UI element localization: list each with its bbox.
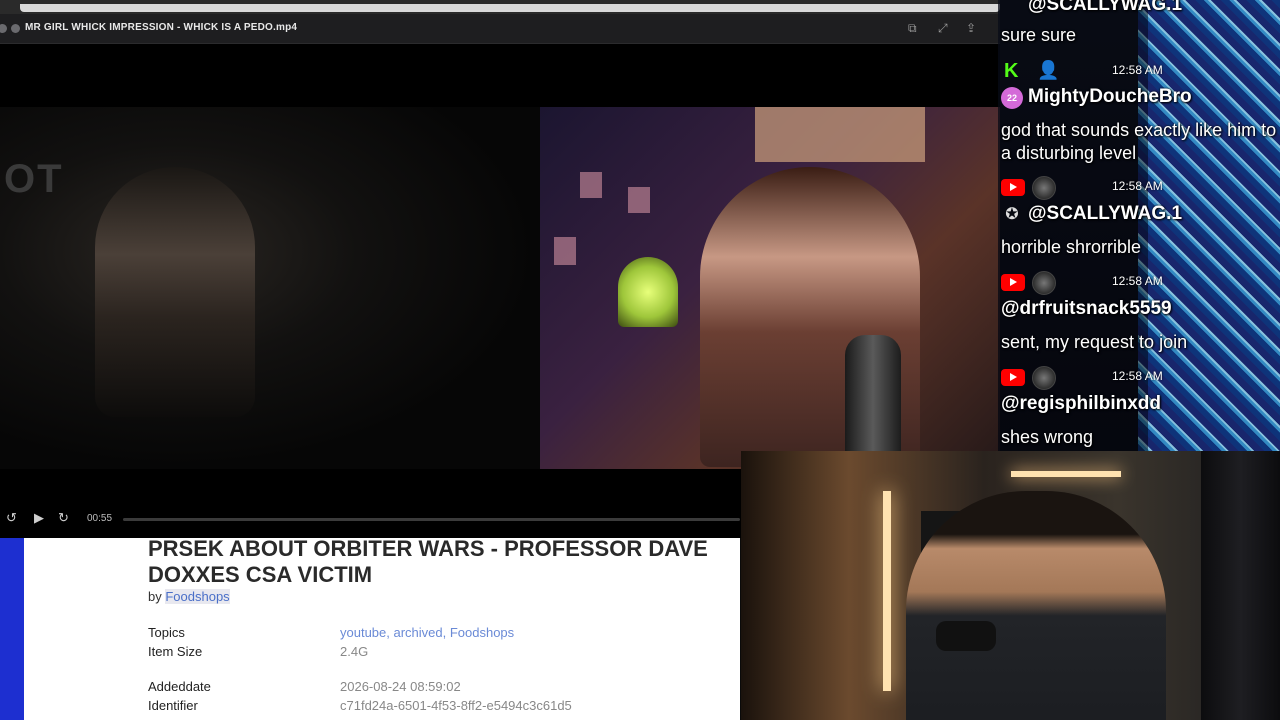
wall-painting (755, 107, 925, 162)
rewind-icon[interactable]: ↺ (6, 510, 17, 526)
member-badge-icon: ✪ (1005, 206, 1019, 223)
window-close-button[interactable] (0, 24, 7, 33)
chat-time: 12:58 AM (1112, 369, 1163, 383)
chat-message-text: sent, my request to join (1001, 332, 1188, 352)
meta-value: c71fd24a-6501-4f53-8ff2-e5494c3c61d5 (340, 698, 572, 713)
chat-username: @SCALLYWAG.1 (1028, 0, 1183, 15)
wall-poster (554, 237, 576, 265)
youtube-icon (1001, 274, 1025, 291)
chat-time: 12:58 AM (1112, 274, 1163, 288)
window-minimize-button[interactable] (11, 24, 20, 33)
microphone (845, 335, 901, 465)
chat-username: MightyDoucheBro (1028, 86, 1192, 107)
playback-controls: ↺ ▶ ↻ 00:55 (0, 504, 740, 534)
background-curtain (1201, 451, 1280, 720)
byline-prefix: by (148, 589, 162, 604)
chat-username: @SCALLYWAG.1 (1028, 203, 1183, 224)
microphone (936, 621, 996, 651)
chat-message-text: shes wrong (1001, 427, 1094, 447)
video-title-bar: MR GIRL WHICK IMPRESSION - WHICK IS A PE… (0, 14, 1000, 44)
meta-key: Addeddate (148, 679, 211, 694)
desktop-background (0, 538, 24, 720)
video-filename: MR GIRL WHICK IMPRESSION - WHICK IS A PE… (25, 22, 298, 33)
kick-icon: K (1004, 60, 1019, 82)
youtube-icon (1001, 179, 1025, 196)
chat-time: 12:58 AM (1112, 63, 1163, 77)
youtube-icon (1001, 369, 1025, 386)
meta-key: Topics (148, 625, 185, 640)
expand-icon[interactable]: ⤢ (938, 21, 948, 36)
green-lamp (618, 257, 678, 327)
author-link[interactable]: Foodshops (165, 589, 230, 604)
avatar (1032, 176, 1056, 200)
seek-bar[interactable] (123, 518, 740, 521)
male-speaker-image (95, 167, 255, 417)
led-light-bar (1011, 471, 1121, 477)
share-icon[interactable]: ⇪ (966, 21, 976, 35)
meta-value: 2.4G (340, 644, 369, 659)
chat-message-text: horrible shrorrible (1001, 237, 1142, 257)
browser-address-bar (20, 4, 1000, 12)
forward-icon[interactable]: ↻ (58, 510, 69, 526)
pip-icon[interactable]: ⧉ (908, 21, 917, 36)
current-time: 00:55 (87, 513, 113, 524)
chat-username: @regisphilbinxdd (1001, 393, 1161, 414)
chat-overlay: @SCALLYWAG.1 sure sure K 👤 12:58 AM 22 M… (998, 0, 1280, 452)
background-wordmark: OT (4, 157, 64, 201)
chat-message-meta: 12:58 AM (1001, 176, 1271, 200)
chat-message-meta: K 👤 12:58 AM (1001, 60, 1271, 82)
item-byline: by Foodshops (148, 589, 230, 604)
chat-message-meta: 12:58 AM (1001, 271, 1271, 295)
meta-key: Identifier (148, 698, 198, 713)
topics-links[interactable]: youtube, archived, Foodshops (340, 625, 514, 640)
video-left-speaker: OT (0, 107, 540, 469)
video-right-speaker (540, 107, 1000, 469)
chat-message-text: god that sounds exactly like him to a di… (1001, 120, 1277, 163)
avatar (1032, 366, 1056, 390)
meta-key: Item Size (148, 644, 203, 659)
meta-value: 2026-08-24 08:59:02 (340, 679, 461, 694)
subscriber-badge: 22 (1001, 87, 1023, 109)
wall-poster (628, 187, 650, 213)
play-icon[interactable]: ▶ (34, 510, 44, 526)
chat-message-meta: 12:58 AM (1001, 366, 1271, 390)
streamer-image (906, 491, 1166, 720)
avatar (1032, 271, 1056, 295)
chat-message-text: sure sure (1001, 25, 1077, 45)
led-light-bar (883, 491, 891, 691)
wall-poster (580, 172, 602, 198)
chat-time: 12:58 AM (1112, 179, 1163, 193)
user-icon: 👤 (1037, 60, 1060, 80)
archive-item-page: PRSEK ABOUT ORBITER WARS - PROFESSOR DAV… (24, 536, 740, 720)
chat-username: @drfruitsnack5559 (1001, 298, 1172, 319)
streamer-webcam (741, 451, 1280, 720)
video-frame[interactable]: OT (0, 107, 1000, 469)
item-title: PRSEK ABOUT ORBITER WARS - PROFESSOR DAV… (148, 536, 708, 587)
